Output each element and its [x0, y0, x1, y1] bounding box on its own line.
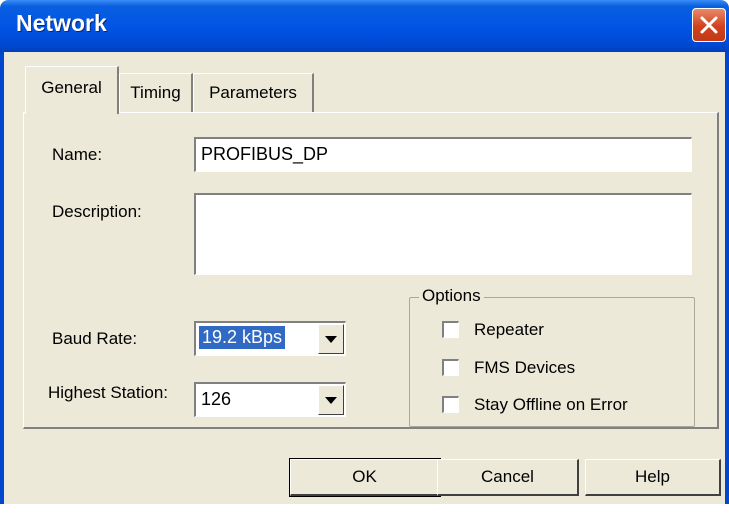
- tab-panel-general: [23, 112, 719, 429]
- window-frame-left: [0, 52, 4, 504]
- cancel-button[interactable]: Cancel: [437, 459, 579, 496]
- title-bar[interactable]: Network: [0, 0, 729, 52]
- tab-timing-label: Timing: [130, 83, 181, 102]
- ok-button[interactable]: OK: [289, 458, 441, 497]
- window-frame-right: [725, 52, 729, 504]
- tab-general[interactable]: General: [25, 66, 119, 114]
- tab-timing[interactable]: Timing: [119, 73, 193, 113]
- close-icon: [700, 16, 718, 34]
- background-strip: [0, 504, 729, 516]
- tab-general-label: General: [41, 78, 102, 97]
- help-button[interactable]: Help: [585, 459, 721, 496]
- network-dialog: Network General Timing Parameters Name: …: [0, 0, 729, 504]
- window-title: Network: [16, 10, 107, 36]
- close-button[interactable]: [692, 8, 726, 42]
- tab-parameters[interactable]: Parameters: [193, 73, 314, 113]
- tab-parameters-label: Parameters: [209, 83, 297, 102]
